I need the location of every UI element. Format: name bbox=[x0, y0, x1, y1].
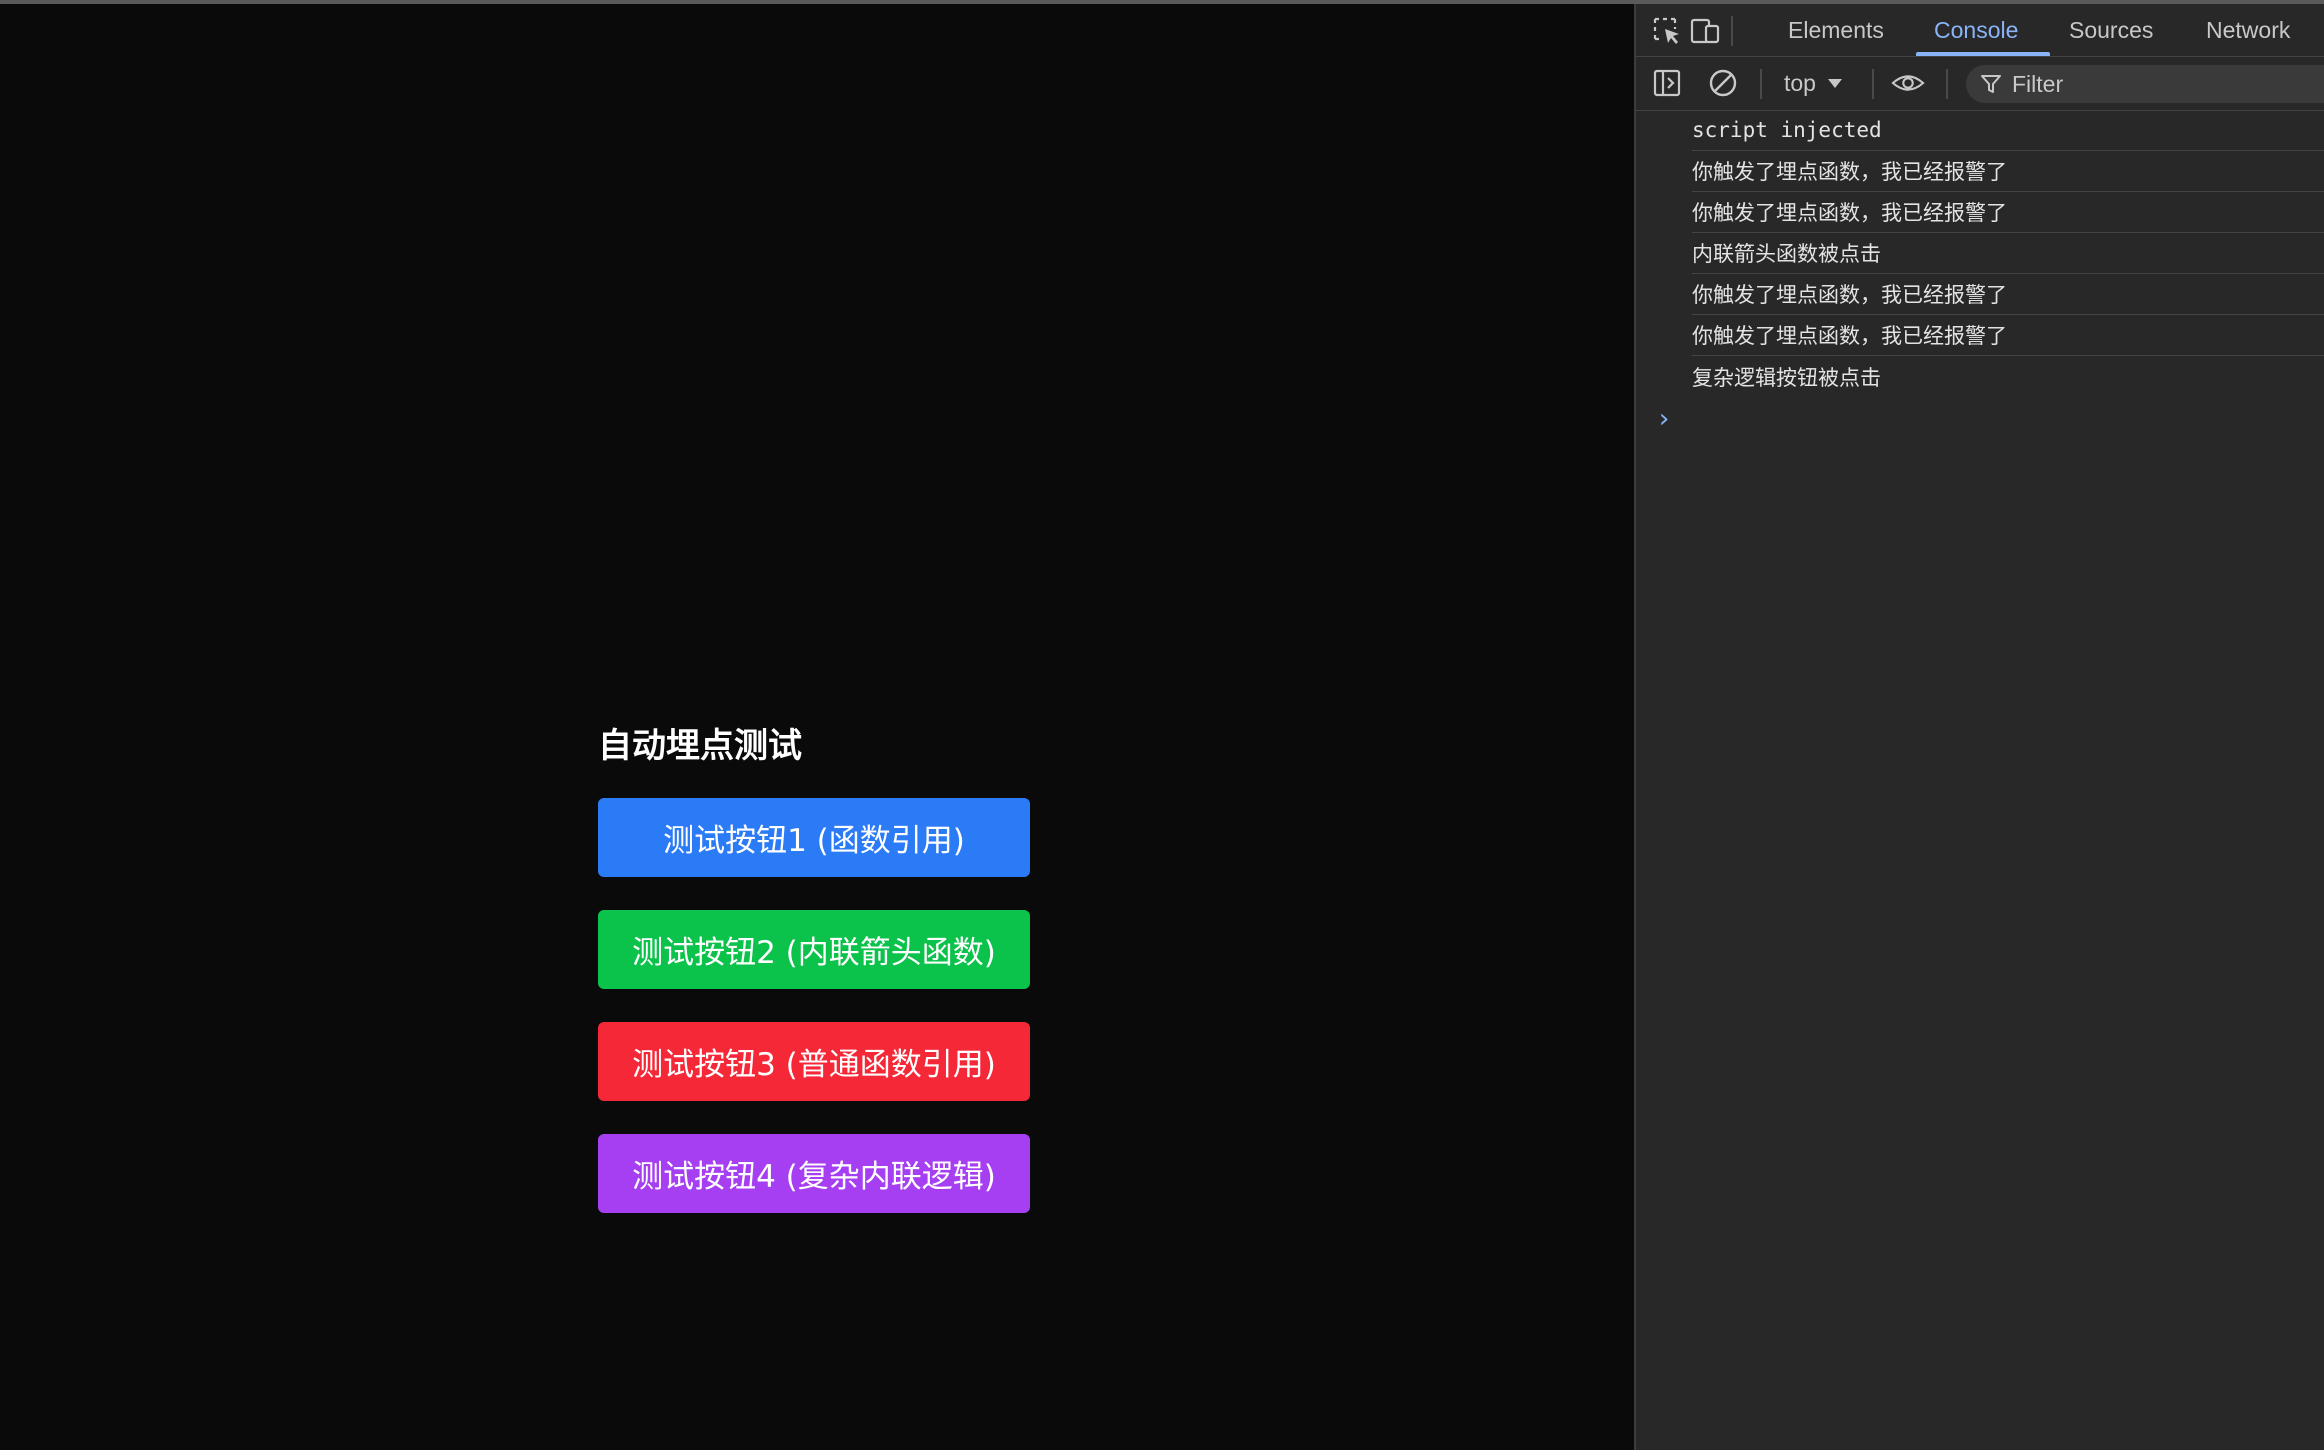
prompt-chevron-icon: › bbox=[1656, 404, 1672, 434]
tab-console[interactable]: Console bbox=[1934, 4, 2018, 56]
test-button-4[interactable]: 测试按钮4 (复杂内联逻辑) bbox=[598, 1134, 1030, 1213]
tab-sources[interactable]: Sources bbox=[2069, 4, 2153, 56]
active-tab-indicator bbox=[1916, 52, 2050, 56]
filter-input[interactable]: Filter bbox=[1966, 65, 2324, 103]
context-selector[interactable]: top bbox=[1784, 65, 1842, 101]
devtools-panel: Elements Console Sources Network top Fil… bbox=[1634, 4, 2324, 1450]
page-title: 自动埋点测试 bbox=[598, 726, 802, 766]
console-log-row: 你触发了埋点函数，我已经报警了 bbox=[1692, 151, 2324, 192]
console-message: 内联箭头函数被点击 bbox=[1692, 242, 1881, 266]
console-message: 复杂逻辑按钮被点击 bbox=[1692, 365, 1881, 390]
console-log-row: script injected bbox=[1692, 110, 2324, 151]
console-log-row: 复杂逻辑按钮被点击 bbox=[1692, 356, 2324, 397]
page-viewport: 自动埋点测试 测试按钮1 (函数引用) 测试按钮2 (内联箭头函数) 测试按钮3… bbox=[0, 4, 1634, 1450]
live-expression-eye-icon[interactable] bbox=[1891, 66, 1925, 100]
test-button-3[interactable]: 测试按钮3 (普通函数引用) bbox=[598, 1022, 1030, 1101]
test-button-2[interactable]: 测试按钮2 (内联箭头函数) bbox=[598, 910, 1030, 989]
console-log-row: 你触发了埋点函数，我已经报警了 bbox=[1692, 274, 2324, 315]
console-log-row: 你触发了埋点函数，我已经报警了 bbox=[1692, 315, 2324, 356]
filter-placeholder: Filter bbox=[2012, 70, 2064, 97]
console-message: 你触发了埋点函数，我已经报警了 bbox=[1692, 324, 2007, 348]
toolbar-separator-2 bbox=[1872, 69, 1874, 99]
console-log-row: 你触发了埋点函数，我已经报警了 bbox=[1692, 192, 2324, 233]
filter-funnel-icon bbox=[1980, 73, 2002, 95]
console-message: 你触发了埋点函数，我已经报警了 bbox=[1692, 160, 2007, 184]
clear-console-icon[interactable] bbox=[1706, 66, 1740, 100]
console-prompt[interactable]: › bbox=[1636, 397, 2324, 441]
tab-network[interactable]: Network bbox=[2206, 4, 2290, 56]
inspect-element-icon[interactable] bbox=[1650, 14, 1684, 48]
console-log-row: 内联箭头函数被点击 bbox=[1692, 233, 2324, 274]
sidebar-toggle-icon[interactable] bbox=[1650, 66, 1684, 100]
browser-window: 自动埋点测试 测试按钮1 (函数引用) 测试按钮2 (内联箭头函数) 测试按钮3… bbox=[0, 0, 2324, 1450]
dropdown-arrow-icon bbox=[1827, 78, 1842, 88]
console-message: script injected bbox=[1692, 118, 1882, 142]
context-label: top bbox=[1784, 69, 1816, 96]
toolbar-separator bbox=[1760, 69, 1762, 99]
test-button-1[interactable]: 测试按钮1 (函数引用) bbox=[598, 798, 1030, 877]
devtools-tab-bar: Elements Console Sources Network bbox=[1636, 4, 2324, 57]
console-toolbar: top Filter bbox=[1636, 57, 2324, 111]
tab-separator bbox=[1731, 16, 1733, 46]
device-toolbar-icon[interactable] bbox=[1688, 14, 1722, 48]
console-message: 你触发了埋点函数，我已经报警了 bbox=[1692, 283, 2007, 307]
tab-elements[interactable]: Elements bbox=[1788, 4, 1884, 56]
console-message: 你触发了埋点函数，我已经报警了 bbox=[1692, 201, 2007, 225]
toolbar-separator-3 bbox=[1946, 69, 1948, 99]
console-output: script injected 你触发了埋点函数，我已经报警了 你触发了埋点函数… bbox=[1636, 110, 2324, 441]
